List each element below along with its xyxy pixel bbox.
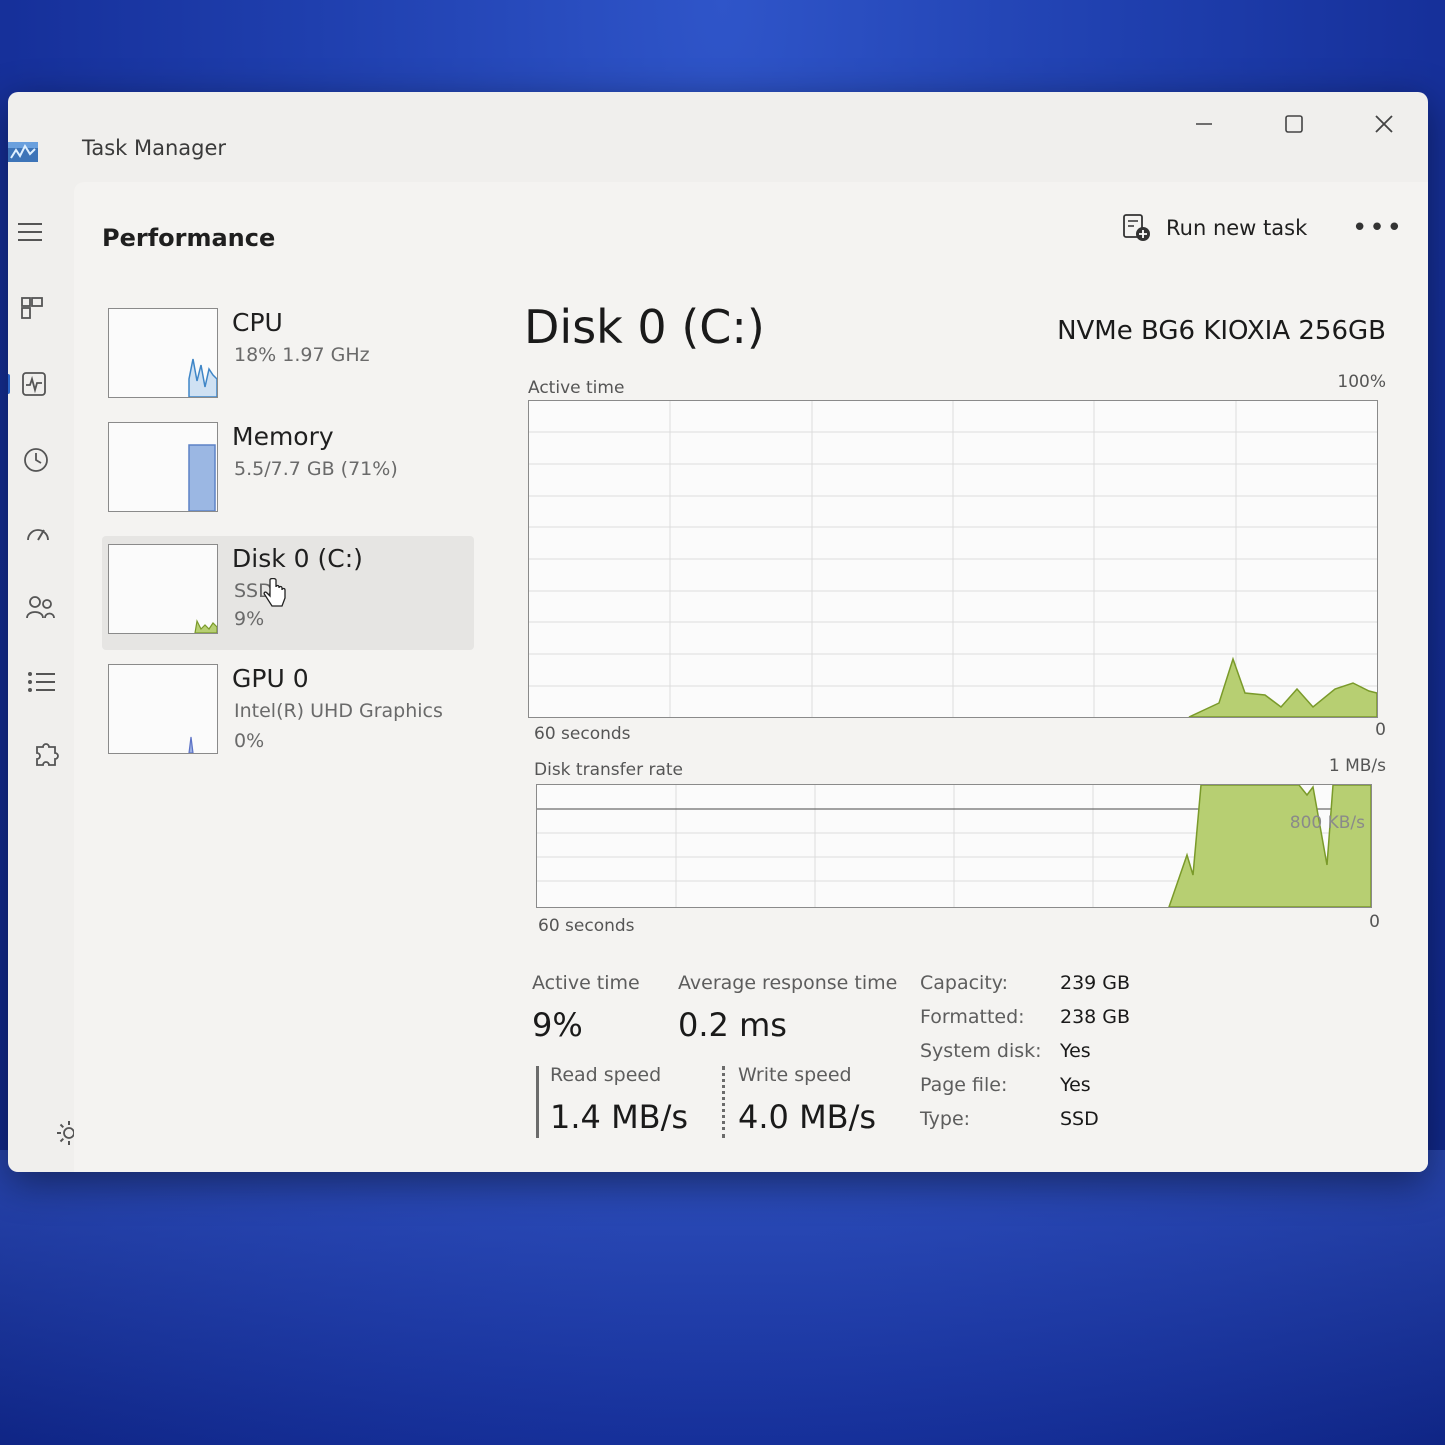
desktop-wallpaper [0, 1150, 1445, 1445]
write-speed-label: Write speed [738, 1064, 852, 1086]
avg-response-stat-value: 0.2 ms [678, 1006, 787, 1044]
nav-details[interactable] [22, 662, 62, 702]
more-options-button[interactable]: ••• [1352, 210, 1402, 246]
type-label: Type: [920, 1108, 971, 1130]
transfer-rate-span-label: 60 seconds [538, 916, 635, 936]
transfer-rate-series [1167, 784, 1372, 908]
processes-icon [21, 297, 43, 319]
avg-response-stat-label: Average response time [678, 972, 898, 994]
task-manager-app-icon [8, 138, 38, 164]
active-time-series [1188, 656, 1378, 718]
hand-cursor-icon [263, 578, 286, 607]
maximize-icon [1285, 115, 1303, 133]
type-value: SSD [1060, 1108, 1099, 1130]
device-usage: 9% [234, 608, 265, 630]
history-icon [24, 448, 48, 472]
device-subtitle: 18% 1.97 GHz [234, 344, 370, 366]
nav-performance[interactable] [8, 364, 54, 404]
disk-stats: Active time 9% Average response time 0.2… [474, 970, 1334, 1170]
read-speed-legend-bar [536, 1066, 539, 1138]
maximize-button[interactable] [1264, 104, 1324, 144]
task-manager-window: Task Manager Performance Run new task ••… [8, 92, 1428, 1172]
formatted-value: 238 GB [1060, 1006, 1131, 1028]
details-list-icon [28, 672, 55, 692]
hamburger-icon [18, 223, 42, 241]
nav-users[interactable] [20, 588, 60, 628]
page-file-label: Page file: [920, 1074, 1008, 1096]
active-time-stat-value: 9% [532, 1006, 583, 1044]
transfer-rate-graph-label: Disk transfer rate [534, 760, 683, 780]
close-icon [1375, 115, 1393, 133]
active-time-graph-label: Active time [528, 378, 625, 398]
page-file-value: Yes [1060, 1074, 1091, 1096]
device-usage: 0% [234, 730, 265, 752]
system-disk-value: Yes [1060, 1040, 1091, 1062]
run-new-task-button[interactable]: Run new task [1122, 210, 1307, 246]
active-time-graph [528, 400, 1378, 718]
transfer-rate-mid-label: 800 KB/s [1289, 813, 1365, 833]
services-puzzle-icon [36, 743, 59, 766]
active-time-grid [529, 401, 1377, 717]
minimize-button[interactable] [1174, 104, 1234, 144]
run-new-task-icon [1123, 214, 1150, 241]
transfer-rate-max-label: 1 MB/s [1328, 756, 1386, 776]
window-title: Task Manager [82, 136, 227, 160]
title-bar[interactable]: Task Manager [8, 92, 1428, 182]
capacity-value: 239 GB [1060, 972, 1131, 994]
capacity-label: Capacity: [920, 972, 1009, 994]
device-list: CPU 18% 1.97 GHz Memory 5.5/7.7 GB (71%) [102, 308, 474, 778]
device-disk-0[interactable]: Disk 0 (C:) SSD 9% [102, 536, 474, 650]
performance-icon [22, 372, 46, 396]
device-cpu[interactable]: CPU 18% 1.97 GHz [102, 308, 474, 422]
disk-title: Disk 0 (C:) [524, 300, 765, 354]
cpu-thumbnail-graph [108, 308, 218, 398]
nav-app-history[interactable] [16, 440, 56, 480]
startup-gauge-icon [27, 529, 49, 541]
nav-processes[interactable] [12, 288, 52, 328]
read-speed-value: 1.4 MB/s [550, 1098, 689, 1136]
selected-indicator [8, 374, 10, 394]
device-subtitle: Intel(R) UHD Graphics [234, 700, 443, 722]
users-icon [26, 596, 55, 619]
nav-startup-apps[interactable] [18, 514, 58, 554]
transfer-rate-graph: 800 KB/s [536, 784, 1372, 908]
hamburger-menu-button[interactable] [10, 212, 50, 252]
device-subtitle: 5.5/7.7 GB (71%) [234, 458, 398, 480]
memory-thumbnail-graph [108, 422, 218, 512]
nav-services[interactable] [26, 736, 66, 776]
read-speed-label: Read speed [550, 1064, 662, 1086]
page-title: Performance [102, 224, 276, 252]
disk-thumbnail-graph [108, 544, 218, 634]
device-name: GPU 0 [232, 664, 309, 693]
write-speed-legend-bar [722, 1066, 725, 1138]
transfer-rate-min-label: 0 [1369, 912, 1380, 932]
system-disk-label: System disk: [920, 1040, 1042, 1062]
minimize-icon [1196, 123, 1212, 125]
active-time-max-label: 100% [1337, 372, 1386, 392]
disk-model: NVMe BG6 KIOXIA 256GB [1057, 316, 1386, 346]
device-gpu-0[interactable]: GPU 0 Intel(R) UHD Graphics 0% [102, 664, 474, 778]
active-time-span-label: 60 seconds [534, 724, 631, 744]
device-name: Disk 0 (C:) [232, 544, 363, 573]
gpu-thumbnail-graph [108, 664, 218, 754]
formatted-label: Formatted: [920, 1006, 1025, 1028]
device-memory[interactable]: Memory 5.5/7.7 GB (71%) [102, 422, 474, 536]
device-name: CPU [232, 308, 283, 337]
close-button[interactable] [1354, 104, 1414, 144]
run-new-task-label: Run new task [1166, 216, 1308, 240]
active-time-min-label: 0 [1375, 720, 1386, 740]
active-time-stat-label: Active time [532, 972, 640, 994]
navigation-rail [8, 182, 74, 1172]
write-speed-value: 4.0 MB/s [738, 1098, 877, 1136]
device-name: Memory [232, 422, 334, 451]
